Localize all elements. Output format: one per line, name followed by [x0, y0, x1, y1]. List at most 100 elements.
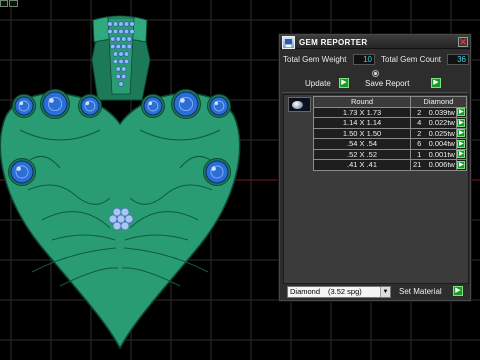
gem-reporter-panel: GEM REPORTER ✕ Total Gem Weight 10 Total…: [278, 33, 472, 302]
pave-gem: [112, 51, 119, 57]
collapse-toggle[interactable]: [372, 70, 379, 77]
gem-weight: 0.025tw: [423, 127, 457, 139]
gem-count: 1: [410, 148, 424, 160]
save-report-go-button[interactable]: ▶: [431, 78, 441, 88]
gem-count: 4: [410, 117, 424, 129]
pave-gem: [123, 58, 130, 65]
round-gem: [203, 158, 231, 186]
update-go-button[interactable]: ▶: [339, 78, 349, 88]
panel-titlebar[interactable]: GEM REPORTER ✕: [280, 35, 470, 49]
play-arrow-icon: ▶: [457, 129, 466, 138]
viewport-corner-tab[interactable]: [0, 0, 8, 7]
material-row: Diamond (3.52 spg) ▼ Set Material ▶: [287, 286, 467, 299]
play-arrow-icon: ▶: [341, 79, 347, 86]
gem-size: 1.50 X 1.50: [313, 127, 411, 139]
row-go-button[interactable]: ▶: [455, 138, 467, 150]
cluster-gem: [112, 207, 122, 217]
total-gem-count-label: Total Gem Count: [381, 55, 442, 64]
set-material-button[interactable]: Set Material: [399, 286, 442, 297]
gem-table: Round Diamond 1.73 X 1.73 2 0.039tw ▶ 1.…: [313, 96, 467, 171]
cluster-gem: [120, 207, 130, 217]
pave-gem: [121, 36, 127, 42]
table-row[interactable]: 1.73 X 1.73 2 0.039tw ▶: [313, 106, 467, 118]
gem-count: 2: [410, 127, 424, 139]
table-row[interactable]: 1.14 X 1.14 4 0.022tw ▶: [313, 117, 467, 129]
total-gem-weight-label: Total Gem Weight: [283, 55, 347, 64]
round-gem: [8, 158, 36, 186]
close-icon: ✕: [459, 37, 467, 47]
pendant-bail[interactable]: [91, 15, 151, 101]
pave-gem: [129, 21, 135, 27]
table-row[interactable]: .52 X .52 1 0.001tw ▶: [313, 148, 467, 160]
play-arrow-icon: ▶: [457, 108, 466, 117]
play-arrow-icon: ▶: [457, 150, 466, 159]
round-gem: [40, 89, 70, 119]
gem-weight: 0.006tw: [423, 159, 457, 171]
update-button[interactable]: Update: [305, 78, 331, 89]
totals-row: Total Gem Weight 10 Total Gem Count 36: [283, 54, 469, 66]
pave-gem: [129, 28, 135, 35]
pave-gem: [121, 66, 127, 72]
play-arrow-icon: ▶: [457, 139, 466, 148]
panel-divider: [282, 92, 468, 93]
pave-gem: [107, 28, 113, 35]
table-row[interactable]: .41 X .41 21 0.006tw ▶: [313, 159, 467, 171]
pave-gem: [110, 36, 116, 42]
table-row[interactable]: .54 X .54 6 0.004tw ▶: [313, 138, 467, 150]
material-select[interactable]: Diamond (3.52 spg) ▼: [287, 286, 391, 298]
column-header-diamond: Diamond: [410, 96, 467, 108]
pave-gem: [126, 43, 132, 50]
gem-weight: 0.022tw: [423, 117, 457, 129]
gem-size: 1.73 X 1.73: [313, 106, 411, 118]
pave-gem: [112, 58, 119, 65]
gem-count: 2: [410, 106, 424, 118]
total-gem-count-value: 36: [447, 54, 469, 65]
gem-size: .41 X .41: [313, 159, 411, 171]
pave-gem: [118, 28, 124, 35]
gem-weight: 0.001tw: [423, 148, 457, 160]
material-spg: (3.52 spg): [328, 287, 362, 296]
pave-gem: [123, 51, 130, 57]
gem-list-area: Round Diamond 1.73 X 1.73 2 0.039tw ▶ 1.…: [283, 94, 469, 284]
pave-gem: [123, 21, 130, 27]
gem-count: 21: [410, 159, 424, 171]
pave-gem: [112, 28, 119, 35]
round-gem: [207, 94, 231, 118]
pave-gem: [123, 28, 130, 35]
column-header-round: Round: [313, 96, 411, 108]
row-go-button[interactable]: ▶: [455, 148, 467, 160]
pave-gem: [107, 21, 113, 27]
pave-gem: [115, 43, 121, 50]
row-go-button[interactable]: ▶: [455, 127, 467, 139]
pave-gem: [118, 81, 124, 87]
round-gem: [141, 94, 165, 118]
round-gem: [171, 89, 201, 119]
pave-gem: [121, 43, 127, 50]
row-go-button[interactable]: ▶: [455, 106, 467, 118]
diamond-thumbnail-icon: [288, 97, 311, 112]
row-go-button[interactable]: ▶: [455, 117, 467, 129]
row-go-button[interactable]: ▶: [455, 159, 467, 171]
table-row[interactable]: 1.50 X 1.50 2 0.025tw ▶: [313, 127, 467, 139]
gem-size: .54 X .54: [313, 138, 411, 150]
pave-gem: [126, 36, 132, 42]
close-button[interactable]: ✕: [458, 37, 468, 47]
gem-count: 6: [410, 138, 424, 150]
panel-title: GEM REPORTER: [299, 38, 368, 47]
gem-weight: 0.039tw: [423, 106, 457, 118]
chevron-down-icon: ▼: [380, 287, 390, 297]
material-selected: Diamond: [290, 287, 321, 296]
pave-gem: [112, 21, 119, 27]
gem-size: 1.14 X 1.14: [313, 117, 411, 129]
round-gem: [12, 94, 36, 118]
pave-gem: [118, 21, 124, 27]
cluster-gem: [120, 221, 130, 231]
play-arrow-icon: ▶: [455, 287, 461, 294]
gem-table-header: Round Diamond: [313, 96, 467, 108]
set-material-go-button[interactable]: ▶: [453, 286, 463, 296]
gem-weight: 0.004tw: [423, 138, 457, 150]
round-gem: [78, 94, 102, 118]
viewport-axis-tab[interactable]: [9, 0, 18, 7]
pave-gem: [115, 73, 121, 80]
save-report-button[interactable]: Save Report: [365, 78, 409, 89]
